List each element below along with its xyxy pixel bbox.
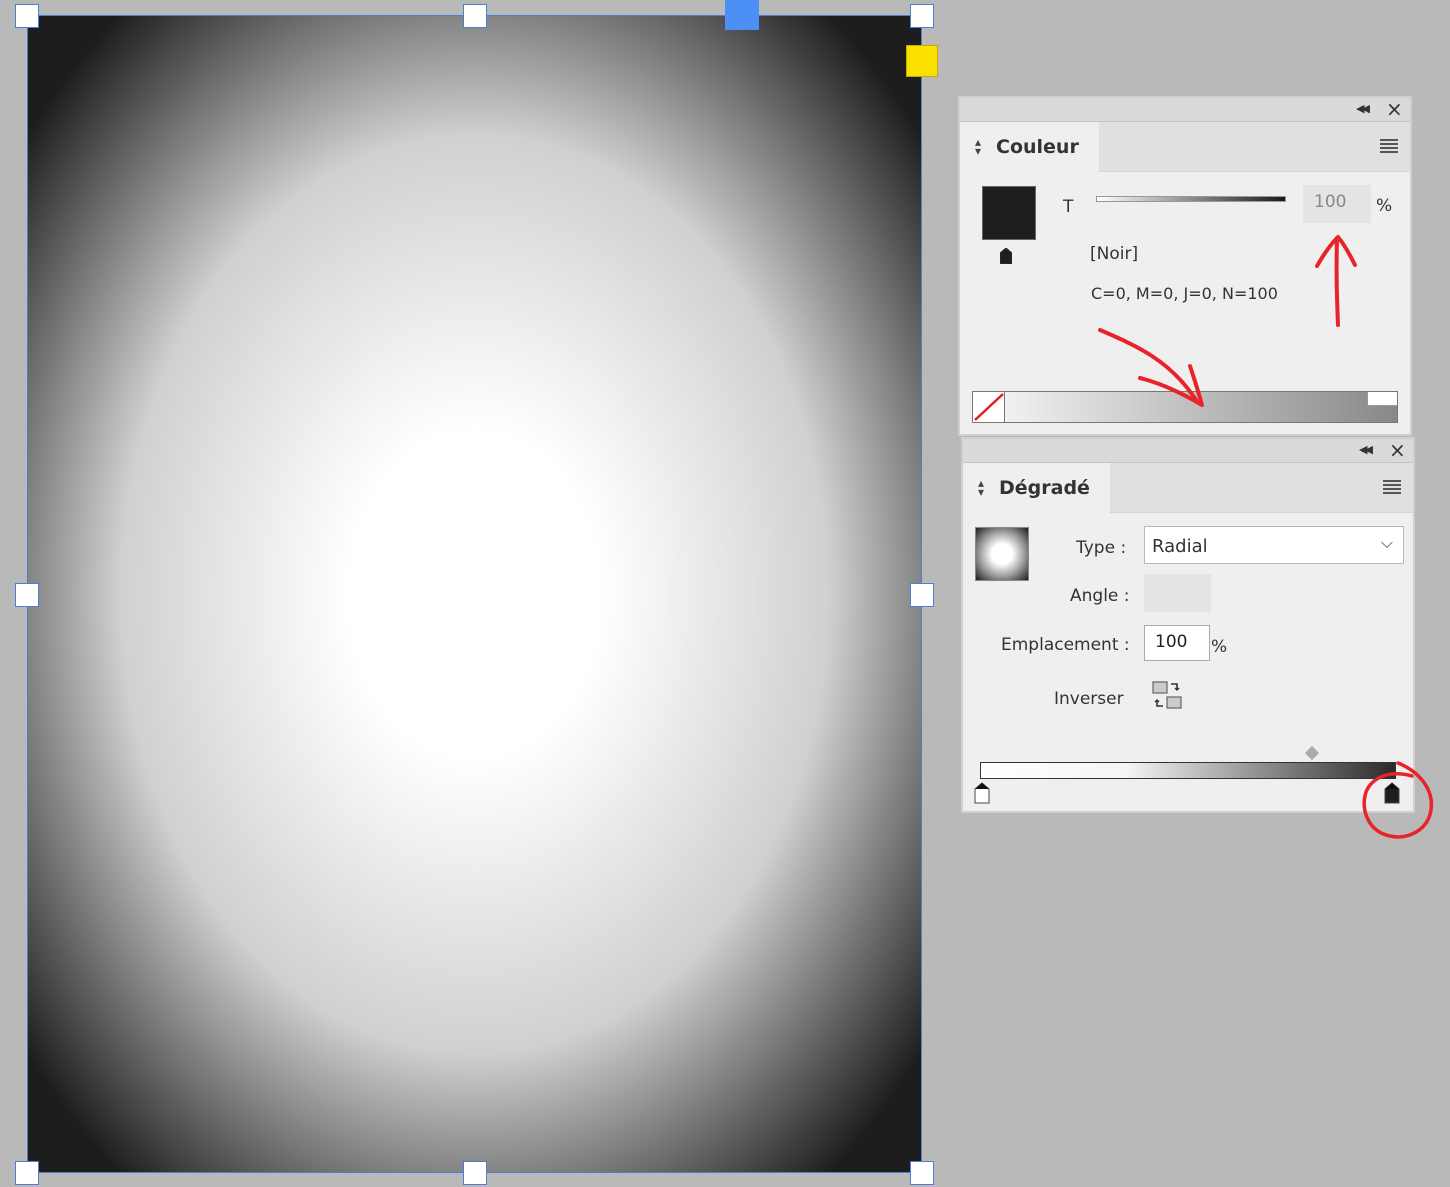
gradient-frame[interactable] bbox=[27, 15, 922, 1173]
handle-gradient-origin[interactable] bbox=[725, 0, 759, 30]
cmyk-values: C=0, M=0, J=0, N=100 bbox=[1091, 284, 1278, 303]
double-chevron-left-icon[interactable]: ◀◀ bbox=[1359, 443, 1373, 456]
type-value: Radial bbox=[1152, 536, 1208, 557]
location-label: Emplacement : bbox=[1001, 635, 1130, 655]
handle-bottom-right[interactable] bbox=[910, 1161, 934, 1185]
couleur-panel: ◀◀ × ▴ ▾ Couleur T 100 % [Noir] C=0, M=0,… bbox=[959, 97, 1411, 435]
handle-bottom-left[interactable] bbox=[15, 1161, 39, 1185]
tint-unit: % bbox=[1376, 196, 1393, 216]
type-label: Type : bbox=[1076, 538, 1127, 558]
none-slash-icon bbox=[974, 393, 1004, 421]
gradient-ramp[interactable] bbox=[980, 762, 1396, 779]
reverse-gradient-icon[interactable] bbox=[1151, 679, 1183, 711]
swatch-name: [Noir] bbox=[1090, 244, 1139, 264]
panel-topbar: ◀◀ × bbox=[963, 439, 1413, 463]
close-icon[interactable]: × bbox=[1386, 99, 1403, 119]
tab-toggle-icon: ▴ ▾ bbox=[978, 476, 985, 499]
handle-top-left[interactable] bbox=[15, 4, 39, 28]
gradient-midpoint-diamond[interactable] bbox=[1304, 745, 1320, 761]
content-grabber-marker[interactable] bbox=[906, 45, 938, 77]
tab-row: ▴ ▾ Couleur bbox=[960, 122, 1410, 173]
location-unit: % bbox=[1211, 637, 1228, 657]
color-ramp[interactable] bbox=[972, 391, 1398, 423]
white-swatch[interactable] bbox=[1367, 392, 1397, 406]
none-swatch[interactable] bbox=[973, 392, 1005, 422]
panel-menu-icon[interactable] bbox=[1383, 480, 1401, 494]
gradient-preview-swatch[interactable] bbox=[975, 527, 1029, 581]
tab-toggle-icon: ▴ ▾ bbox=[975, 135, 982, 158]
gradient-stop-icon bbox=[1000, 248, 1012, 264]
gradient-stop-end[interactable] bbox=[1384, 782, 1400, 804]
tab-degrade[interactable]: ▴ ▾ Dégradé bbox=[963, 463, 1110, 514]
angle-label: Angle : bbox=[1070, 586, 1130, 606]
handle-top-center[interactable] bbox=[463, 4, 487, 28]
gradient-stop-start[interactable] bbox=[974, 782, 990, 804]
fill-swatch[interactable] bbox=[982, 186, 1036, 240]
tab-label: Couleur bbox=[996, 136, 1079, 158]
handle-top-right[interactable] bbox=[910, 4, 934, 28]
close-icon[interactable]: × bbox=[1389, 440, 1406, 460]
location-input[interactable]: 100 bbox=[1144, 625, 1210, 661]
chevron-down-icon: ⌵ bbox=[1380, 533, 1393, 552]
tab-couleur[interactable]: ▴ ▾ Couleur bbox=[960, 122, 1099, 173]
reverse-label: Inverser bbox=[1054, 689, 1124, 709]
handle-mid-right[interactable] bbox=[910, 583, 934, 607]
degrade-panel: ◀◀ × ▴ ▾ Dégradé Type : Radial ⌵ Angle : … bbox=[962, 438, 1414, 812]
handle-bottom-center[interactable] bbox=[463, 1161, 487, 1185]
type-select[interactable]: Radial ⌵ bbox=[1144, 526, 1404, 564]
panel-topbar: ◀◀ × bbox=[960, 98, 1410, 122]
tint-input[interactable]: 100 bbox=[1303, 185, 1371, 223]
double-chevron-left-icon[interactable]: ◀◀ bbox=[1356, 102, 1370, 115]
handle-mid-left[interactable] bbox=[15, 583, 39, 607]
tint-slider[interactable] bbox=[1096, 196, 1286, 202]
panel-menu-icon[interactable] bbox=[1380, 139, 1398, 153]
tint-label: T bbox=[1063, 197, 1074, 217]
tab-row: ▴ ▾ Dégradé bbox=[963, 463, 1413, 514]
angle-input[interactable] bbox=[1144, 574, 1211, 612]
tab-label: Dégradé bbox=[999, 477, 1090, 499]
